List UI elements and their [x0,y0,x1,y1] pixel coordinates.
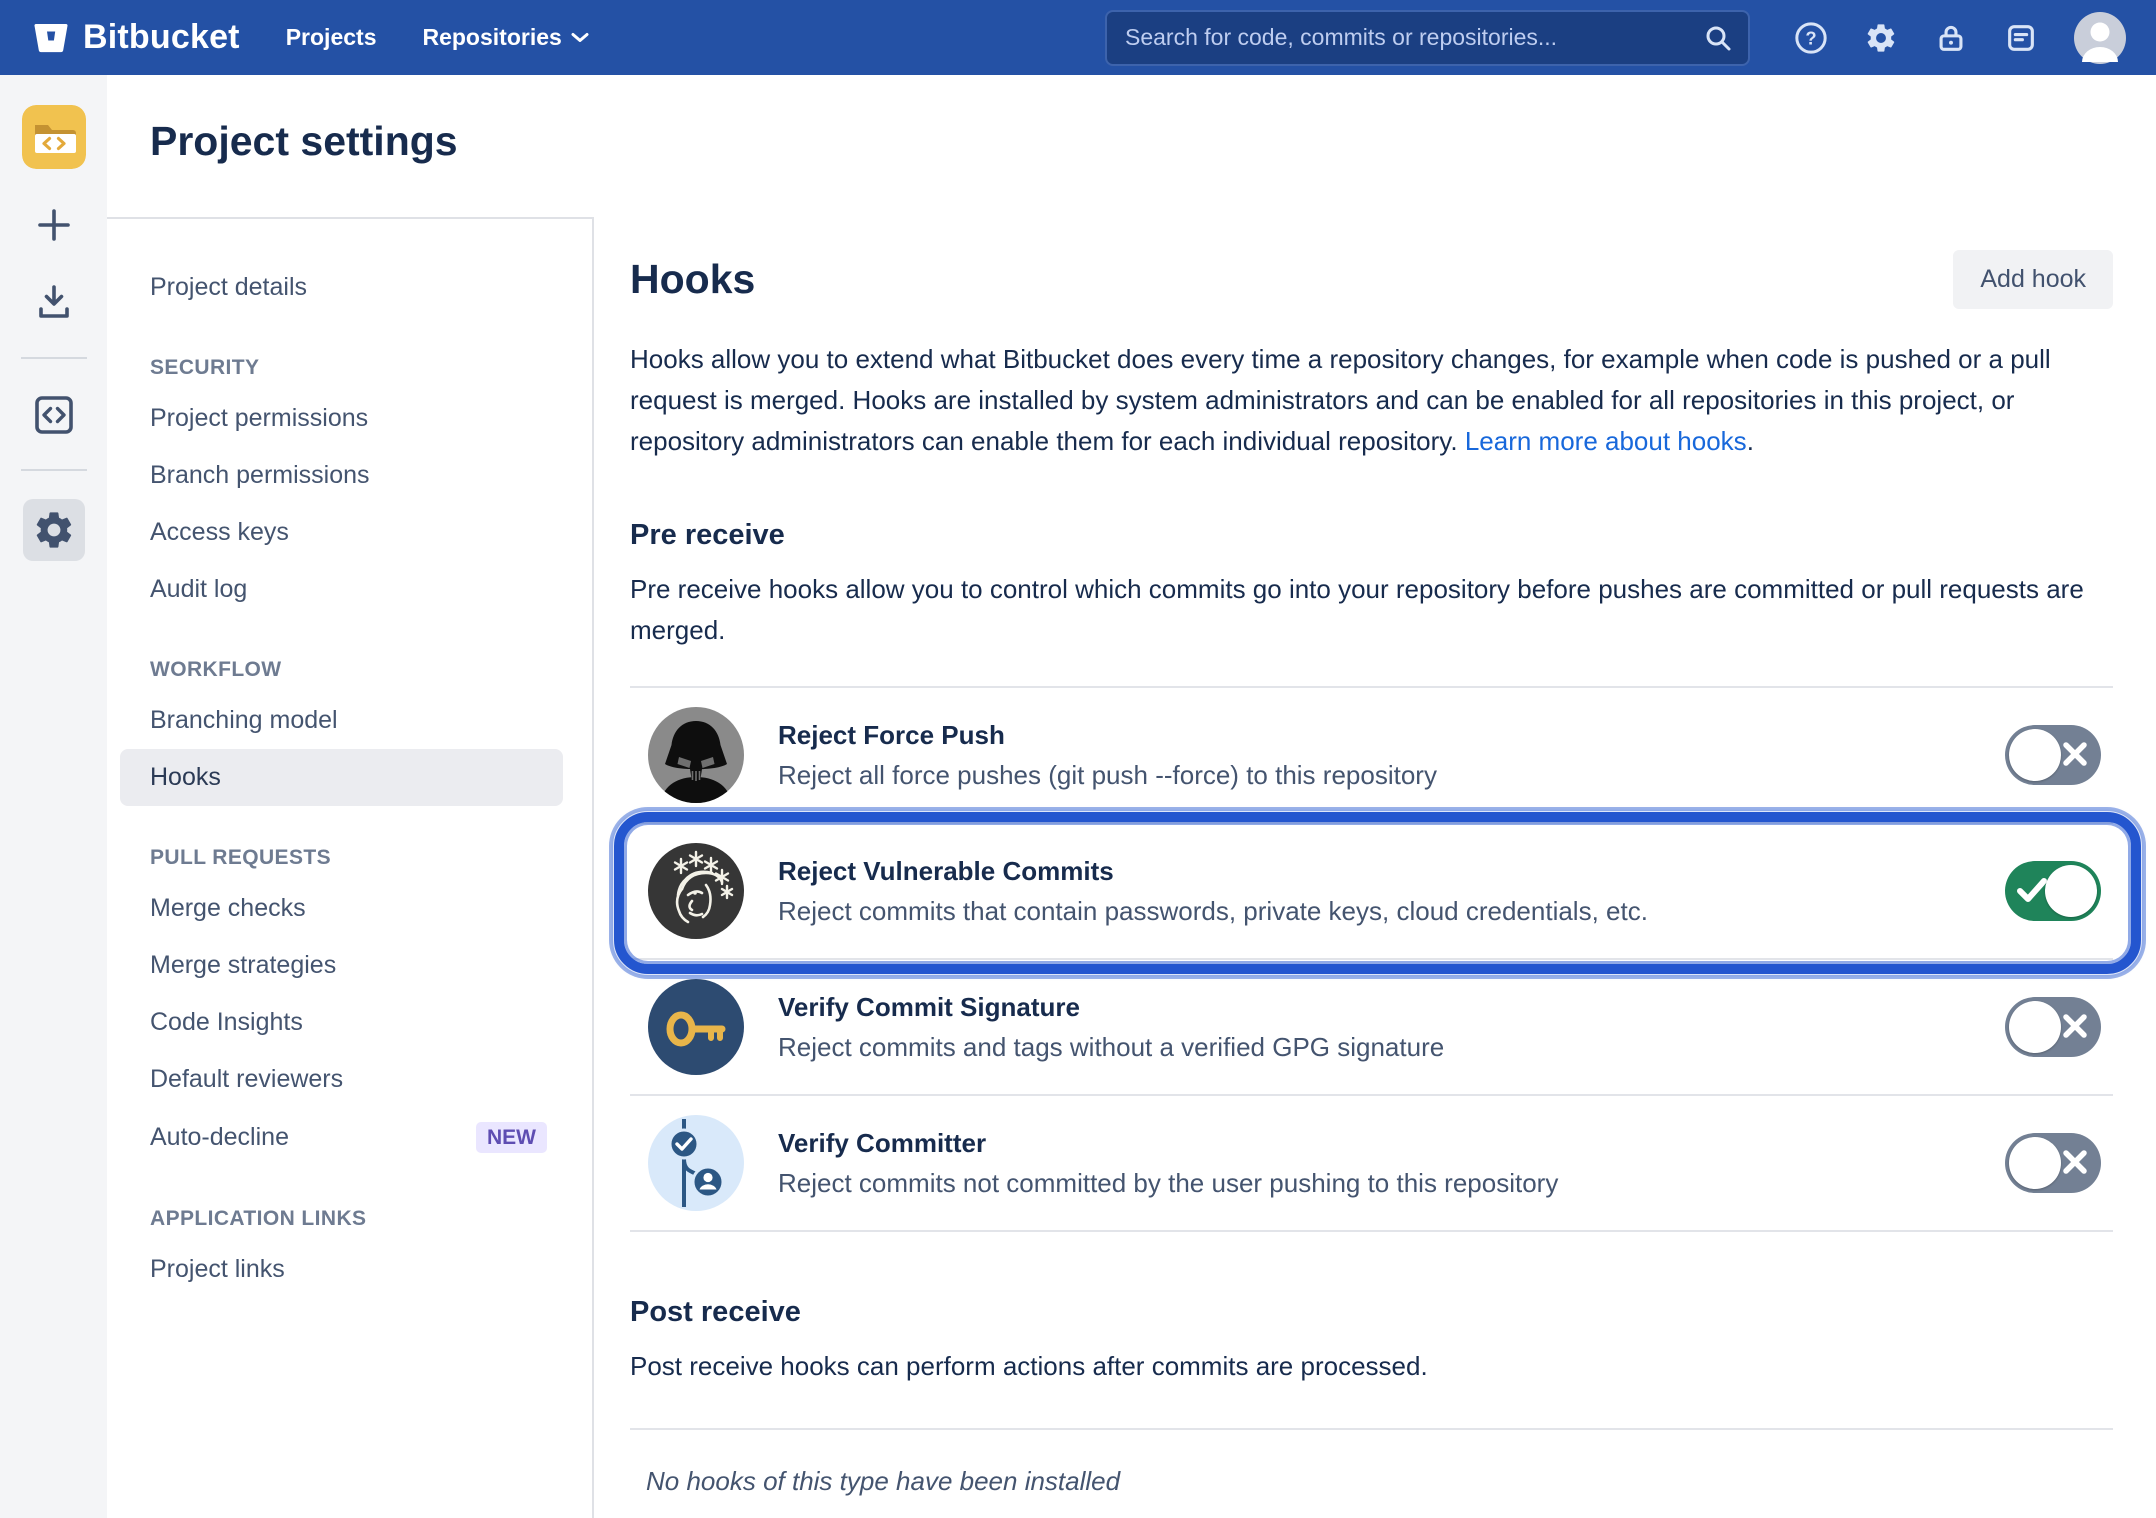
pre-receive-hook-list: Reject Force Push Reject all force pushe… [630,686,2113,1232]
sidebar-item-merge-strategies[interactable]: Merge strategies [120,937,563,994]
svg-text:?: ? [1805,27,1816,48]
navbar-icon-group: ? [1794,12,2126,64]
sidebar-item-branch-permissions[interactable]: Branch permissions [120,447,563,504]
hook-toggle-verify-committer[interactable] [2005,1133,2101,1193]
gear-icon[interactable] [1864,21,1898,55]
hook-row-verify-committer: Verify Committer Reject commits not comm… [630,1096,2113,1232]
add-hook-button[interactable]: Add hook [1953,250,2113,309]
hooks-settings-panel: Hooks Add hook Hooks allow you to extend… [630,250,2113,1497]
sidebar-item-project-permissions[interactable]: Project permissions [120,390,563,447]
pre-receive-heading: Pre receive [630,519,2113,552]
hook-description: Reject commits that contain passwords, p… [778,896,1971,927]
brand-name: Bitbucket [83,18,240,57]
post-receive-description: Post receive hooks can perform actions a… [630,1346,2090,1386]
hook-toggle-reject-force-push[interactable] [2005,725,2101,785]
pre-receive-description: Pre receive hooks allow you to control w… [630,569,2090,650]
settings-gear-icon[interactable] [23,499,85,561]
help-icon[interactable]: ? [1794,21,1828,55]
intro-text: Hooks allow you to extend what Bitbucket… [630,344,2051,456]
rail-divider [21,357,87,359]
post-receive-empty-message: No hooks of this type have been installe… [630,1428,2113,1497]
page-title: Project settings [150,118,458,165]
user-avatar[interactable] [2074,12,2126,64]
sidebar-item-branching-model[interactable]: Branching model [120,692,563,749]
changelog-icon[interactable] [2004,21,2038,55]
rail-divider [21,469,87,471]
search-input[interactable] [1123,23,1704,52]
sidebar-item-project-details[interactable]: Project details [120,259,563,316]
sidebar-item-audit-log[interactable]: Audit log [120,561,563,618]
hook-toggle-verify-commit-signature[interactable] [2005,997,2101,1057]
sidebar-item-default-reviewers[interactable]: Default reviewers [120,1051,563,1108]
sidebar-item-merge-checks[interactable]: Merge checks [120,880,563,937]
toggle-knob [2045,865,2097,917]
hook-description: Reject all force pushes (git push --forc… [778,760,1971,791]
hook-title: Reject Force Push [778,720,1971,751]
chevron-down-icon [571,32,589,44]
hook-toggle-reject-vulnerable-commits[interactable] [2005,861,2101,921]
sidebar-section-security: SECURITY [150,356,592,380]
project-avatar-folder[interactable] [22,105,86,169]
toggle-knob [2009,729,2061,781]
learn-more-link[interactable]: Learn more about hooks [1465,426,1747,456]
sidebar-item-label: Auto-decline [150,1123,289,1152]
sidebar-item-access-keys[interactable]: Access keys [120,504,563,561]
search-icon[interactable] [1704,24,1732,52]
nav-projects[interactable]: Projects [286,24,377,51]
committer-avatar [648,1115,744,1211]
hook-row-reject-vulnerable-commits: Reject Vulnerable Commits Reject commits… [630,824,2113,960]
new-badge: NEW [476,1122,547,1153]
settings-sidebar: Project details SECURITY Project permiss… [107,217,594,1518]
bitbucket-bucket-icon [32,19,70,57]
hook-title: Reject Vulnerable Commits [778,856,1971,887]
post-receive-heading: Post receive [630,1296,2113,1329]
sidebar-item-code-insights[interactable]: Code Insights [120,994,563,1051]
sidebar-item-hooks[interactable]: Hooks [120,749,563,806]
highlighted-hook-container: Reject Vulnerable Commits Reject commits… [630,824,2113,960]
medusa-avatar [648,843,744,939]
sidebar-section-workflow: WORKFLOW [150,658,592,682]
hook-title: Verify Committer [778,1128,1971,1159]
hook-description: Reject commits and tags without a verifi… [778,1032,1971,1063]
left-icon-rail [0,75,107,1518]
lock-icon[interactable] [1934,21,1968,55]
hook-row-verify-commit-signature: Verify Commit Signature Reject commits a… [630,960,2113,1096]
top-navbar: Bitbucket Projects Repositories ? [0,0,2156,75]
code-icon[interactable] [32,393,76,437]
sidebar-item-project-links[interactable]: Project links [120,1241,563,1298]
global-search[interactable] [1105,10,1750,66]
hook-row-reject-force-push: Reject Force Push Reject all force pushe… [630,688,2113,824]
toggle-knob [2009,1137,2061,1189]
darth-vader-avatar [648,707,744,803]
nav-repositories[interactable]: Repositories [422,24,588,51]
sidebar-item-auto-decline[interactable]: Auto-decline NEW [120,1108,563,1167]
hooks-intro: Hooks allow you to extend what Bitbucket… [630,339,2113,461]
hook-title: Verify Commit Signature [778,992,1971,1023]
create-icon[interactable] [32,203,76,247]
bitbucket-logo[interactable]: Bitbucket [32,18,240,57]
hook-description: Reject commits not committed by the user… [778,1168,1971,1199]
hooks-heading: Hooks [630,256,755,303]
toggle-knob [2009,1001,2061,1053]
sidebar-section-application-links: APPLICATION LINKS [150,1207,592,1231]
primary-nav: Projects Repositories [286,24,589,51]
sidebar-section-pull-requests: PULL REQUESTS [150,846,592,870]
key-avatar [648,979,744,1075]
download-icon[interactable] [32,281,76,325]
intro-period: . [1747,426,1754,456]
